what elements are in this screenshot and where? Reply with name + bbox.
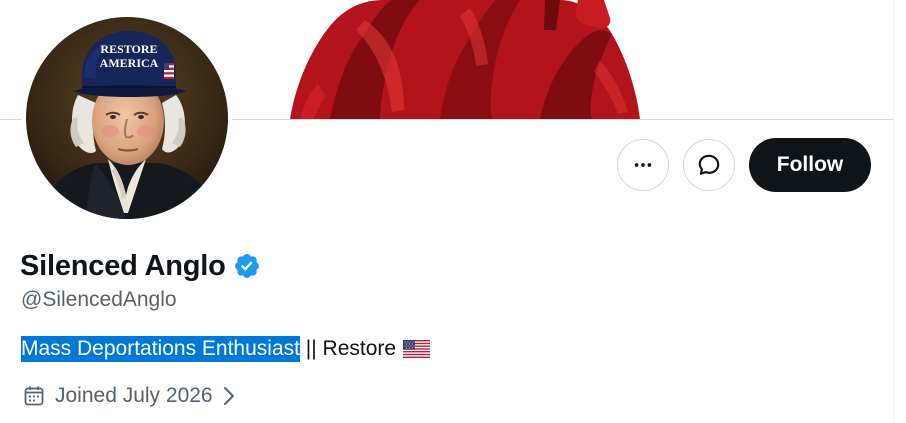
calendar-icon bbox=[24, 386, 44, 406]
profile-name-row: Silenced Anglo bbox=[20, 248, 261, 284]
joined-date-link[interactable]: Joined July 2026 bbox=[22, 382, 237, 410]
chevron-right-icon bbox=[223, 387, 234, 405]
display-name: Silenced Anglo bbox=[20, 249, 226, 282]
bio-selected-text: Mass Deportations Enthusiast bbox=[21, 336, 300, 362]
hat-text-line1: RESTORE bbox=[100, 42, 157, 56]
verified-badge-icon[interactable] bbox=[233, 252, 261, 280]
message-icon bbox=[698, 154, 720, 175]
us-flag-icon bbox=[403, 340, 431, 358]
profile-handle: @SilencedAnglo bbox=[21, 288, 177, 311]
avatar-portrait-image: RESTORE AMERICA bbox=[26, 17, 228, 219]
hat-text-line2: AMERICA bbox=[100, 56, 159, 70]
bio-text: || Restore bbox=[299, 337, 397, 360]
avatar[interactable]: RESTORE AMERICA bbox=[22, 13, 232, 223]
more-horizontal-icon bbox=[634, 163, 652, 167]
profile-bio: Mass Deportations Enthusiast || Restore bbox=[21, 336, 431, 362]
message-button[interactable] bbox=[683, 139, 735, 191]
more-button[interactable] bbox=[617, 139, 669, 191]
joined-date-text: Joined July 2026 bbox=[55, 384, 213, 407]
column-border bbox=[893, 0, 894, 423]
follow-button[interactable]: Follow bbox=[749, 138, 871, 192]
